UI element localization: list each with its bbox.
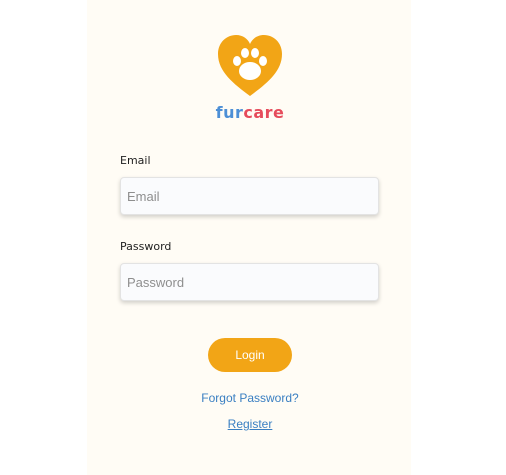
brand-wordmark: furcare: [200, 103, 300, 123]
forgot-password-link[interactable]: Forgot Password?: [150, 391, 350, 405]
email-field-box: [120, 177, 379, 215]
paw-heart-icon: [218, 35, 282, 96]
password-label: Password: [120, 240, 172, 253]
brand-name-fur: fur: [215, 103, 244, 122]
brand-name-care: care: [243, 103, 285, 122]
login-button[interactable]: Login: [208, 338, 292, 372]
email-label: Email: [120, 154, 151, 167]
email-input[interactable]: [121, 178, 378, 214]
register-link[interactable]: Register: [150, 417, 350, 431]
password-input[interactable]: [121, 264, 378, 300]
password-field-box: [120, 263, 379, 301]
login-screen: furcare Email Password Login Forgot Pass…: [0, 0, 506, 475]
